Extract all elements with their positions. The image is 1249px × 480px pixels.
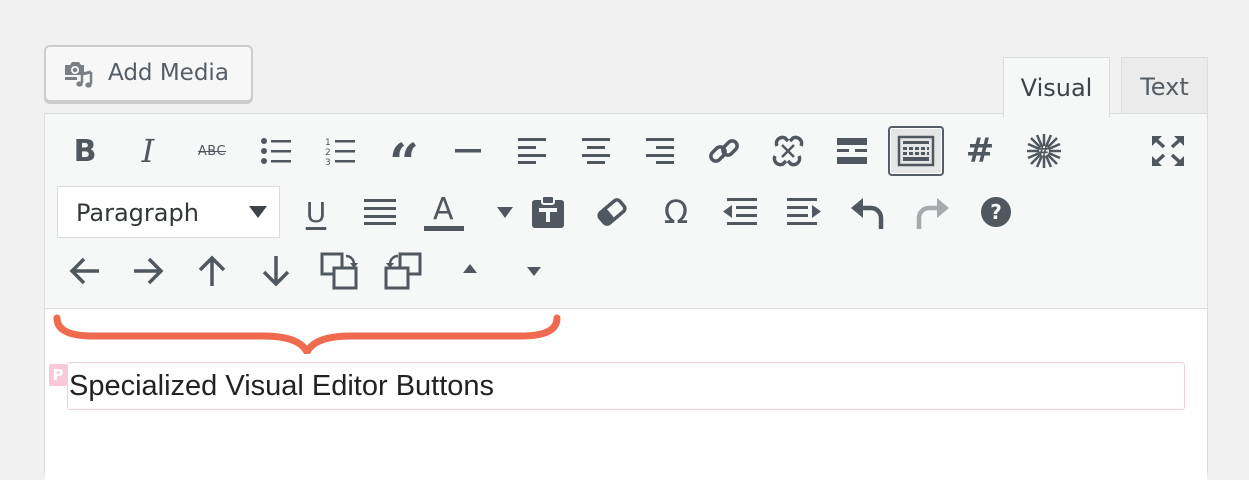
undo-button[interactable] [840, 189, 896, 235]
text-color-icon: A [424, 192, 464, 232]
bulleted-list-button[interactable] [248, 128, 304, 174]
horizontal-line-icon [455, 149, 481, 153]
unlink-icon [772, 135, 804, 167]
text-color-dropdown-button[interactable] [490, 189, 520, 235]
numbered-list-button[interactable]: 1 2 3 [312, 128, 368, 174]
outdent-button[interactable] [712, 189, 768, 235]
swap-back-button[interactable] [376, 248, 432, 294]
swap-forward-button[interactable] [312, 248, 368, 294]
paste-as-text-button[interactable] [520, 189, 576, 235]
align-left-button[interactable] [504, 128, 560, 174]
add-media-button[interactable]: Add Media [44, 45, 253, 102]
align-center-button[interactable] [568, 128, 624, 174]
toolbar-toggle-icon [897, 135, 935, 167]
read-more-icon [837, 138, 867, 164]
justify-icon [364, 199, 396, 225]
triangle-down-icon [527, 266, 541, 276]
clear-formatting-button[interactable] [584, 189, 640, 235]
align-right-icon [646, 138, 674, 164]
special-hashtag-button[interactable]: # [1016, 128, 1072, 174]
paragraph-format-select[interactable]: Paragraph [57, 186, 280, 238]
eraser-icon [597, 198, 627, 226]
chevron-down-icon [249, 206, 267, 218]
strikethrough-button[interactable]: ABC [184, 128, 240, 174]
curly-brace-annotation [53, 314, 561, 354]
move-right-button[interactable] [120, 248, 176, 294]
triangle-down-button[interactable] [506, 248, 562, 294]
undo-icon [851, 198, 884, 229]
arrow-down-icon [262, 256, 290, 287]
hashtag-burst-icon: # [1027, 134, 1061, 168]
hashtag-icon: # [965, 131, 995, 171]
fullscreen-icon [1152, 136, 1184, 166]
link-icon [709, 139, 739, 163]
align-right-button[interactable] [632, 128, 688, 174]
editor-container: B I ABC 1 2 3 “ # # Paragraph U A Ω ? P … [44, 113, 1208, 480]
bold-icon: B [73, 133, 97, 169]
italic-button[interactable]: I [120, 128, 176, 174]
justify-button[interactable] [352, 189, 408, 235]
redo-button[interactable] [904, 189, 960, 235]
tab-visual[interactable]: Visual [1003, 57, 1110, 117]
omega-icon: Ω [663, 193, 689, 231]
triangle-up-icon [463, 263, 477, 273]
align-center-icon [582, 138, 610, 164]
swap-back-icon [384, 252, 422, 290]
numbered-list-icon: 1 2 3 [325, 138, 355, 168]
insert-link-button[interactable] [696, 128, 752, 174]
bold-button[interactable]: B [57, 128, 113, 174]
clipboard-icon [532, 195, 564, 228]
format-select-value: Paragraph [76, 199, 199, 227]
outdent-icon [723, 198, 757, 225]
strikethrough-icon: ABC [197, 143, 227, 159]
help-icon: ? [981, 197, 1011, 227]
italic-icon: I [141, 132, 155, 170]
svg-text:2: 2 [325, 148, 331, 158]
indent-button[interactable] [776, 189, 832, 235]
toolbar-toggle-button[interactable] [888, 126, 944, 176]
paragraph-block[interactable]: Specialized Visual Editor Buttons [67, 362, 1185, 410]
paragraph-marker: P [49, 364, 67, 386]
add-media-label: Add Media [108, 60, 229, 86]
editor-toolbar: B I ABC 1 2 3 “ # # Paragraph U A Ω ? [45, 114, 1207, 309]
move-up-button[interactable] [184, 248, 240, 294]
move-down-button[interactable] [248, 248, 304, 294]
arrow-right-icon [134, 257, 164, 285]
indent-icon [787, 198, 821, 225]
arrow-left-icon [69, 257, 99, 285]
special-character-button[interactable]: Ω [648, 189, 704, 235]
bulleted-list-icon [261, 138, 291, 164]
move-left-button[interactable] [57, 248, 113, 294]
svg-text:1: 1 [325, 138, 331, 148]
fullscreen-button[interactable] [1140, 128, 1196, 174]
arrow-up-icon [198, 255, 226, 286]
paragraph-text: Specialized Visual Editor Buttons [69, 370, 495, 402]
underline-icon: U [305, 195, 327, 229]
triangle-up-button[interactable] [442, 248, 498, 294]
read-more-button[interactable] [824, 128, 880, 174]
underline-button[interactable]: U [288, 189, 344, 235]
editor-content[interactable]: P Specialized Visual Editor Buttons [45, 310, 1207, 480]
caret-down-icon [497, 206, 513, 218]
svg-text:3: 3 [325, 158, 331, 168]
horizontal-line-button[interactable] [440, 128, 496, 174]
swap-forward-icon [320, 252, 358, 290]
hashtag-button[interactable]: # [952, 128, 1008, 174]
help-button[interactable]: ? [968, 189, 1024, 235]
align-left-icon [518, 138, 546, 164]
redo-icon [916, 198, 949, 229]
tab-text[interactable]: Text [1121, 57, 1208, 115]
blockquote-button[interactable]: “ [376, 128, 432, 190]
text-color-button[interactable]: A [416, 189, 472, 235]
remove-link-button[interactable] [760, 128, 816, 174]
camera-music-icon [62, 59, 96, 95]
